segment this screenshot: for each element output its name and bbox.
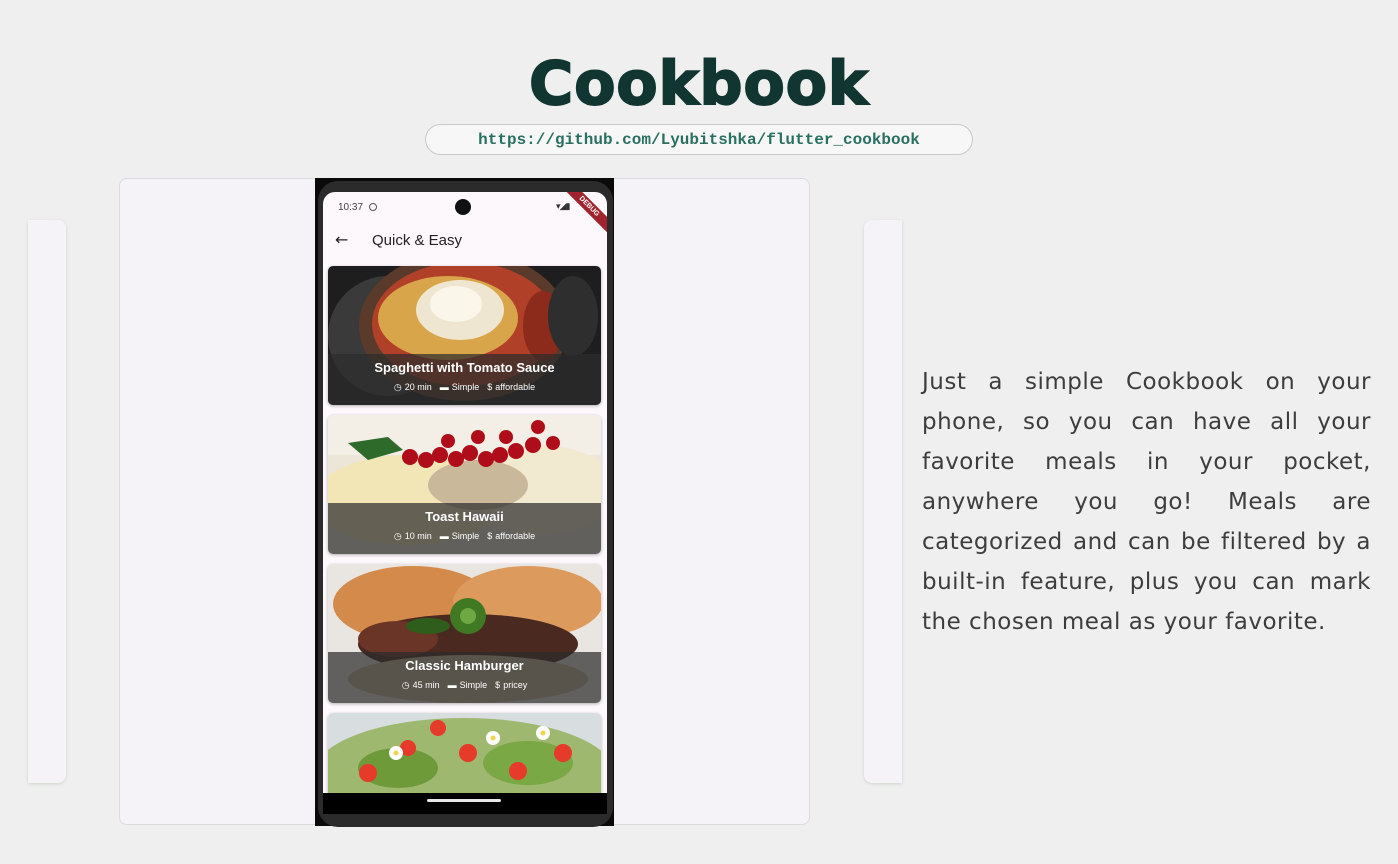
meal-duration: 20 min: [404, 382, 432, 392]
meal-card-classic-hamburger[interactable]: Classic Hamburger ◷ 45 min ▬ Simple $ price…: [328, 564, 601, 703]
status-notification-icon: [369, 203, 377, 211]
meal-affordability: pricey: [503, 680, 528, 690]
carousel-prev-card[interactable]: [28, 220, 66, 783]
phone-screen: 10:37 ▾◢▮ DEBUG ← Quick & Easy Spaghetti…: [323, 192, 607, 814]
meal-overlay: Toast Hawaii ◷ 10 min ▬ Simple $ affordable: [328, 503, 601, 554]
meal-complexity: Simple: [459, 680, 488, 690]
meal-card-spaghetti[interactable]: Spaghetti with Tomato Sauce ◷ 20 min ▬ Sim…: [328, 266, 601, 405]
meal-meta: ◷ 20 min ▬ Simple $ affordable: [328, 381, 601, 393]
repo-link[interactable]: https://github.com/Lyubitshka/flutter_co…: [425, 124, 973, 155]
meal-meta: ◷ 10 min ▬ Simple $ affordable: [328, 530, 601, 542]
meal-title: Classic Hamburger: [405, 658, 524, 673]
meal-duration: 10 min: [404, 531, 432, 541]
page-title: Cookbook: [528, 48, 869, 120]
home-indicator[interactable]: [427, 799, 501, 802]
meal-overlay: Spaghetti with Tomato Sauce ◷ 20 min ▬ Sim…: [328, 354, 601, 405]
meal-meta: ◷ 45 min ▬ Simple $ pricey: [328, 679, 601, 691]
meal-overlay: Classic Hamburger ◷ 45 min ▬ Simple $ price…: [328, 652, 601, 703]
work-icon: ▬: [447, 680, 457, 690]
meal-affordability: affordable: [495, 382, 536, 392]
meal-duration: 45 min: [412, 680, 440, 690]
meal-affordability: affordable: [495, 531, 536, 541]
meal-title: Spaghetti with Tomato Sauce: [374, 360, 555, 375]
signal-battery-icon: ▾◢▮: [556, 201, 570, 211]
camera-cutout: [455, 199, 471, 215]
system-navigation-bar: [323, 793, 607, 814]
work-icon: ▬: [439, 382, 449, 392]
app-bar-title: Quick & Easy: [372, 232, 463, 249]
meal-complexity: Simple: [451, 382, 480, 392]
meal-title: Toast Hawaii: [425, 509, 504, 524]
carousel-next-card[interactable]: [864, 220, 902, 783]
clock-icon: ◷: [393, 382, 402, 392]
meal-complexity: Simple: [451, 531, 480, 541]
work-icon: ▬: [439, 531, 449, 541]
meal-card-toast-hawaii[interactable]: Toast Hawaii ◷ 10 min ▬ Simple $ affordable: [328, 415, 601, 554]
status-time: 10:37: [338, 202, 364, 213]
dollar-icon: $: [487, 531, 493, 541]
meal-card-salad[interactable]: [328, 713, 601, 803]
status-bar: 10:37 ▾◢▮ DEBUG: [323, 192, 607, 239]
clock-icon: ◷: [401, 680, 410, 690]
arrow-left-icon[interactable]: ←: [335, 230, 348, 250]
project-description: Just a simple Cookbook on your phone, so…: [922, 369, 1371, 635]
dollar-icon: $: [495, 680, 501, 690]
dollar-icon: $: [487, 382, 493, 392]
salad-image: [328, 713, 601, 803]
clock-icon: ◷: [393, 531, 402, 541]
app-bar: ← Quick & Easy: [323, 226, 607, 256]
